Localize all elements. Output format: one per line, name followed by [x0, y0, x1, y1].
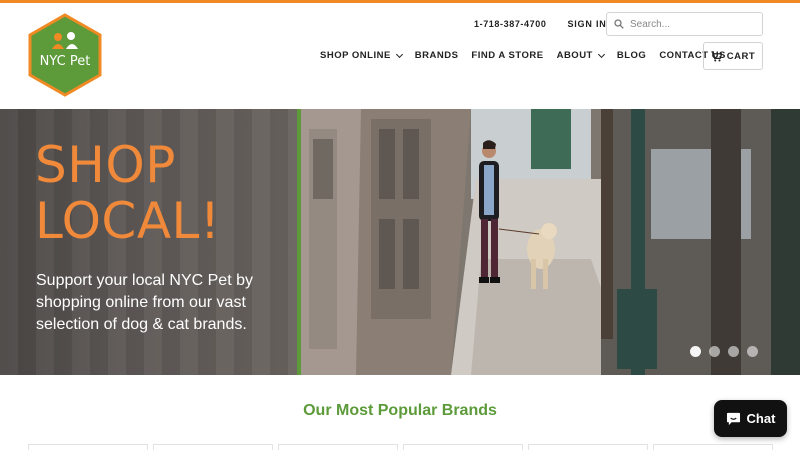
- brand-card[interactable]: [653, 444, 773, 450]
- hero-photo-woman-walking-dog: [301, 109, 800, 375]
- chat-label: Chat: [746, 411, 776, 426]
- nyc-pet-logo[interactable]: NYC Pet: [28, 13, 102, 97]
- chevron-down-icon: [597, 50, 605, 58]
- hero-title-line-2: LOCAL!: [35, 192, 221, 250]
- brand-card[interactable]: [28, 444, 148, 450]
- nav-label: BRANDS: [414, 50, 459, 61]
- nav-blog[interactable]: BLOG: [617, 50, 646, 61]
- nav-shop-online[interactable]: SHOP ONLINE: [320, 50, 403, 61]
- nav-label: SHOP ONLINE: [320, 50, 391, 61]
- phone-number[interactable]: 1-718-387-4700: [474, 19, 546, 29]
- main-nav: SHOP ONLINE BRANDS FIND A STORE ABOUT BL…: [320, 50, 739, 61]
- slide-dot-2[interactable]: [709, 346, 720, 357]
- brand-card[interactable]: [278, 444, 398, 450]
- brand-card[interactable]: [153, 444, 273, 450]
- chevron-down-icon: [395, 50, 403, 58]
- nav-brands[interactable]: BRANDS: [415, 50, 459, 61]
- slide-dot-4[interactable]: [747, 346, 758, 357]
- nav-find-a-store[interactable]: FIND A STORE: [471, 50, 543, 61]
- slide-dot-3[interactable]: [728, 346, 739, 357]
- hero-title: SHOP LOCAL!: [35, 137, 220, 249]
- popular-brands-heading: Our Most Popular Brands: [303, 402, 497, 419]
- logo-text: NYC Pet: [40, 54, 91, 69]
- nav-label: ABOUT: [556, 50, 593, 61]
- popular-brands-grid: [28, 444, 778, 450]
- hero-title-line-1: SHOP: [35, 136, 176, 194]
- cart-button[interactable]: CART: [703, 42, 763, 70]
- brand-card[interactable]: [403, 444, 523, 450]
- hero-slideshow[interactable]: SHOP LOCAL! Support your local NYC Pet b…: [0, 109, 800, 375]
- top-accent-stripe: [0, 0, 800, 3]
- search-box[interactable]: [606, 12, 763, 36]
- sign-in-link[interactable]: SIGN IN: [567, 19, 606, 29]
- utility-bar: 1-718-387-4700 SIGN IN: [470, 12, 607, 36]
- nav-label: BLOG: [616, 50, 647, 61]
- nav-about[interactable]: ABOUT: [556, 50, 605, 61]
- chat-button[interactable]: Chat: [714, 400, 787, 437]
- nav-label: FIND A STORE: [471, 50, 544, 61]
- search-input[interactable]: [630, 18, 750, 30]
- slide-dot-1[interactable]: [690, 346, 701, 357]
- slideshow-dots: [690, 346, 766, 357]
- chat-bubble-icon: [726, 412, 740, 425]
- hero-subtitle: Support your local NYC Pet by shopping o…: [36, 272, 253, 333]
- brand-card[interactable]: [528, 444, 648, 450]
- search-icon: [614, 19, 624, 29]
- cart-label: CART: [726, 50, 756, 62]
- cart-icon: [711, 50, 722, 61]
